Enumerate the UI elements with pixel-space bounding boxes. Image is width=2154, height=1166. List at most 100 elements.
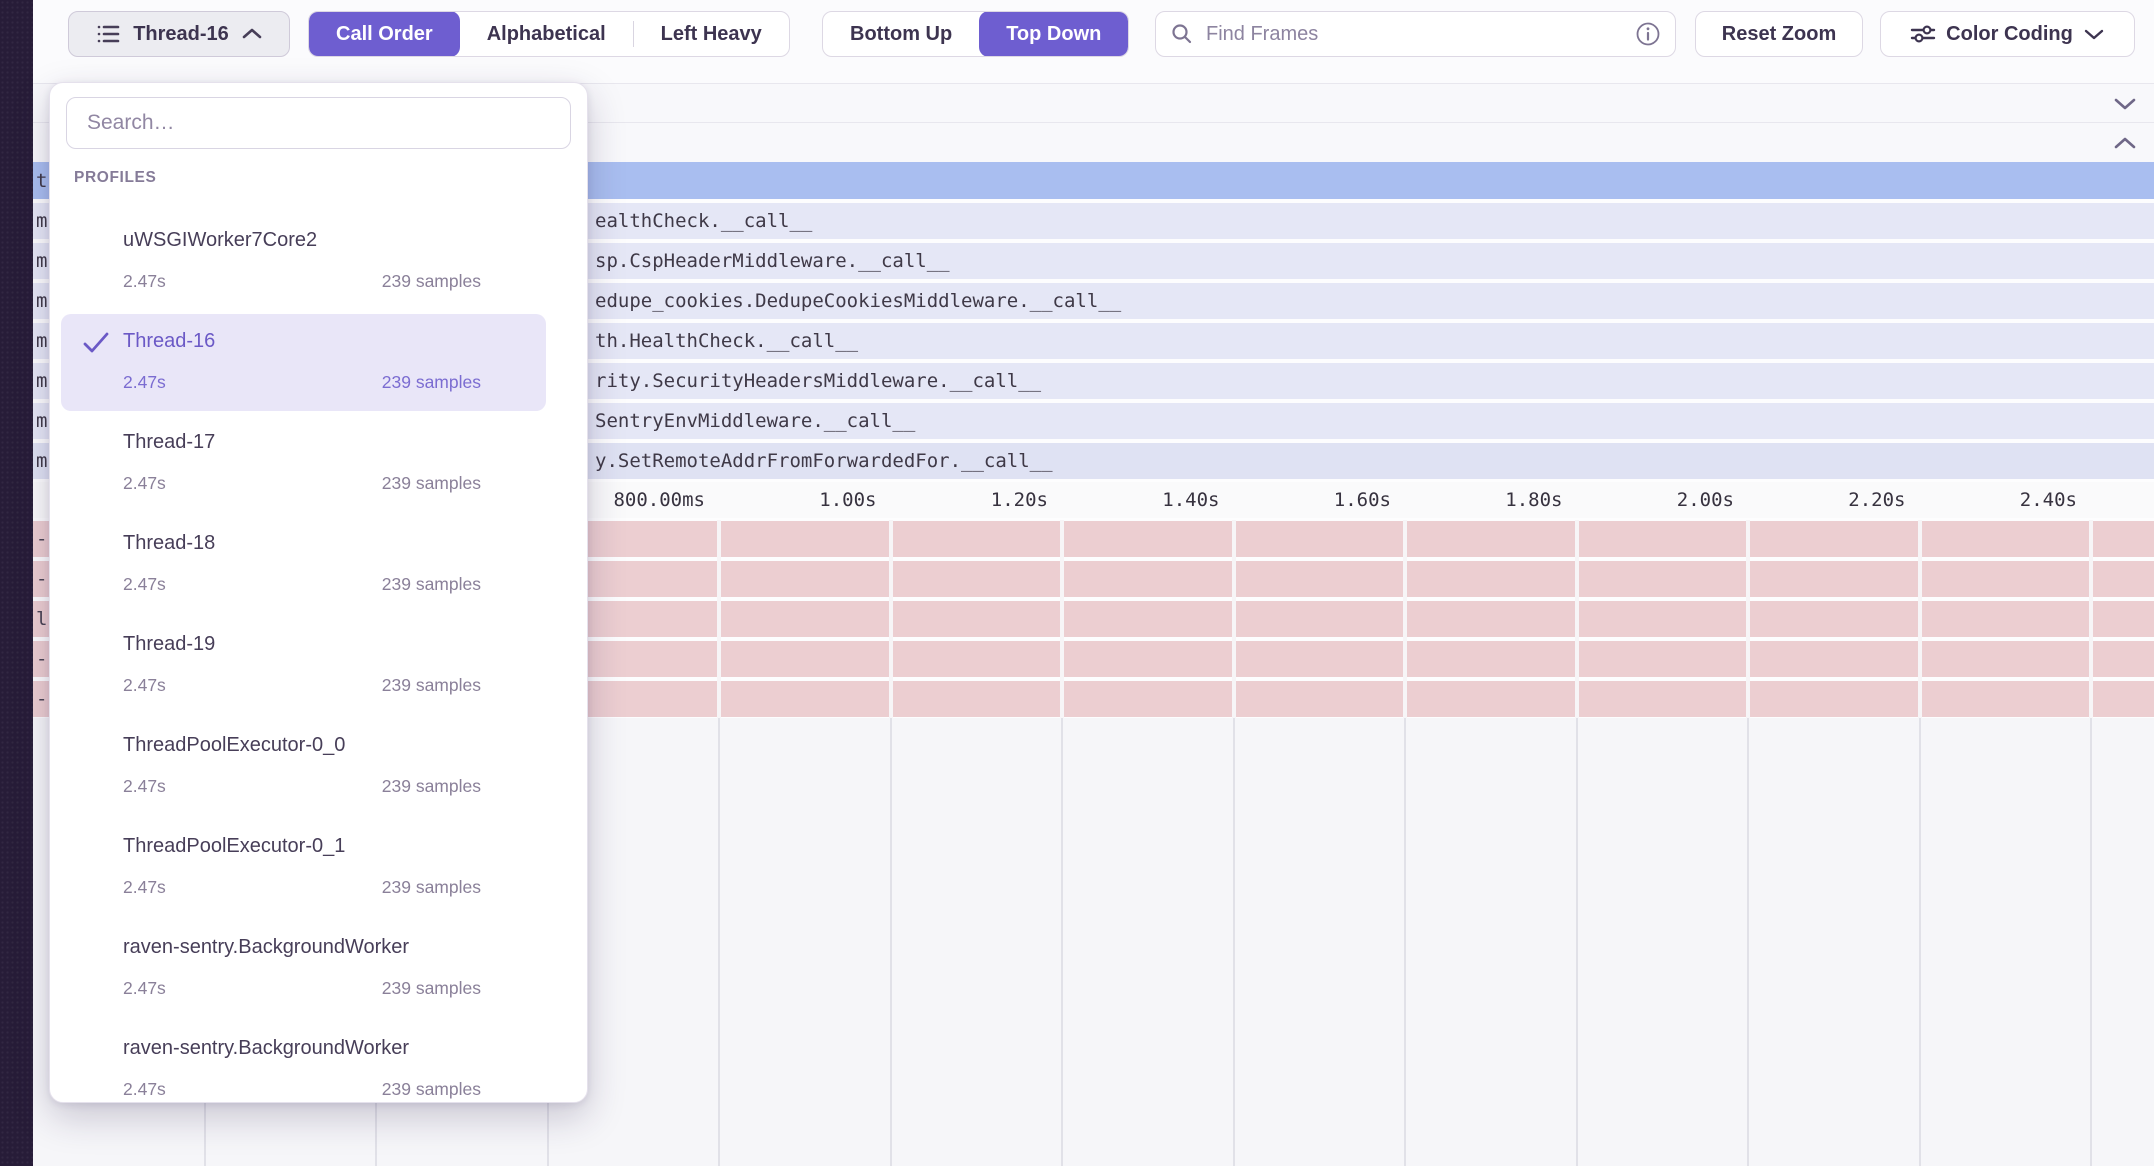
- thread-duration: 2.47s: [123, 271, 166, 292]
- time-axis-tick: 1.60s: [1334, 489, 1391, 511]
- frame-text-fragment: -: [36, 528, 47, 550]
- thread-samples: 239 samples: [382, 675, 481, 696]
- tab-bottom-up[interactable]: Bottom Up: [823, 11, 979, 57]
- thread-samples: 239 samples: [382, 372, 481, 393]
- time-axis-tick: 1.20s: [991, 489, 1048, 511]
- frame-text-fragment: m: [36, 410, 47, 432]
- gridline: [2089, 520, 2093, 718]
- tab-call-order[interactable]: Call Order: [309, 11, 460, 57]
- sliders-icon: [1910, 22, 1936, 46]
- gridline: [1404, 718, 1406, 1166]
- time-axis-tick: 2.00s: [1677, 489, 1734, 511]
- thread-samples: 239 samples: [382, 877, 481, 898]
- thread-dropdown-panel: uWSGIWorker7Core2 2.47s 239 samples Thre…: [49, 82, 588, 1103]
- thread-name: uWSGIWorker7Core2: [123, 229, 317, 252]
- thread-samples: 239 samples: [382, 776, 481, 797]
- thread-list-item[interactable]: ThreadPoolExecutor-0_0 2.47s 239 samples: [61, 718, 546, 815]
- thread-list-item[interactable]: raven-sentry.BackgroundWorker 2.47s 239 …: [61, 1021, 546, 1102]
- thread-name: ThreadPoolExecutor-0_0: [123, 734, 345, 757]
- thread-duration: 2.47s: [123, 776, 166, 797]
- tab-top-down[interactable]: Top Down: [979, 11, 1128, 57]
- thread-list-item[interactable]: ThreadPoolExecutor-0_1 2.47s 239 samples: [61, 819, 546, 916]
- thread-name: Thread-17: [123, 431, 215, 454]
- frame-text-fragment: m: [36, 210, 47, 232]
- dropdown-search-input[interactable]: [85, 110, 552, 136]
- thread-list-item[interactable]: uWSGIWorker7Core2 2.47s 239 samples: [61, 213, 546, 310]
- thread-name: raven-sentry.BackgroundWorker: [123, 936, 409, 959]
- tab-left-heavy[interactable]: Left Heavy: [634, 11, 789, 57]
- time-axis-tick: 1.40s: [1162, 489, 1219, 511]
- info-icon[interactable]: [1635, 21, 1661, 47]
- sort-order-tabs: Call Order Alphabetical Left Heavy: [308, 11, 790, 57]
- toolbar: Thread-16 Call Order Alphabetical Left H…: [33, 0, 2154, 83]
- color-coding-button[interactable]: Color Coding: [1880, 11, 2135, 57]
- frame-text-fragment: t: [36, 170, 47, 192]
- thread-duration: 2.47s: [123, 574, 166, 595]
- thread-list-item[interactable]: Thread-19 2.47s 239 samples: [61, 617, 546, 714]
- thread-name: Thread-19: [123, 633, 215, 656]
- thread-samples: 239 samples: [382, 1079, 481, 1100]
- frame-text-fragment: m: [36, 370, 47, 392]
- gridline: [1232, 520, 1236, 718]
- thread-name: Thread-16: [123, 330, 215, 353]
- gridline: [1233, 718, 1235, 1166]
- gridline: [1575, 520, 1579, 718]
- tab-alphabetical[interactable]: Alphabetical: [460, 11, 633, 57]
- frame-text: sp.CspHeaderMiddleware.__call__: [595, 250, 950, 272]
- list-icon: [95, 21, 121, 47]
- thread-name: ThreadPoolExecutor-0_1: [123, 835, 345, 858]
- collapse-chevron-down-icon[interactable]: [2110, 95, 2140, 113]
- dropdown-items: uWSGIWorker7Core2 2.47s 239 samples Thre…: [50, 83, 587, 1102]
- gridline: [1061, 718, 1063, 1166]
- dropdown-search: [66, 97, 571, 149]
- frame-text-fragment: m: [36, 450, 47, 472]
- thread-samples: 239 samples: [382, 978, 481, 999]
- gridline: [889, 520, 893, 718]
- direction-tabs: Bottom Up Top Down: [822, 11, 1129, 57]
- gridline: [1576, 718, 1578, 1166]
- gridline: [1403, 520, 1407, 718]
- thread-list-item[interactable]: Thread-18 2.47s 239 samples: [61, 516, 546, 613]
- time-axis-tick: 2.20s: [1848, 489, 1905, 511]
- find-frames-input[interactable]: [1204, 22, 1625, 47]
- frame-text: th.HealthCheck.__call__: [595, 330, 858, 352]
- collapse-chevron-up-icon[interactable]: [2110, 134, 2140, 152]
- frame-text: SentryEnvMiddleware.__call__: [595, 410, 915, 432]
- frame-text: y.SetRemoteAddrFromForwardedFor.__call__: [595, 450, 1053, 472]
- profiles-section-label: PROFILES: [74, 169, 156, 187]
- find-frames-search: [1155, 11, 1676, 57]
- thread-list-item[interactable]: Thread-16 2.47s 239 samples: [61, 314, 546, 411]
- frame-text: edupe_cookies.DedupeCookiesMiddleware.__…: [595, 290, 1121, 312]
- chevron-up-icon: [241, 27, 263, 41]
- color-coding-label: Color Coding: [1946, 23, 2073, 46]
- search-icon: [1170, 22, 1194, 46]
- gridline: [1746, 520, 1750, 718]
- frame-text: rity.SecurityHeadersMiddleware.__call__: [595, 370, 1041, 392]
- frame-text-fragment: -: [36, 568, 47, 590]
- frame-text-fragment: m: [36, 250, 47, 272]
- thread-duration: 2.47s: [123, 1079, 166, 1100]
- gridline: [1060, 520, 1064, 718]
- thread-samples: 239 samples: [382, 473, 481, 494]
- thread-selector-button[interactable]: Thread-16: [68, 11, 290, 57]
- frame-text-fragment: -: [36, 648, 47, 670]
- left-sidebar-strip: [0, 0, 33, 1166]
- frame-text-fragment: m: [36, 330, 47, 352]
- gridline: [890, 718, 892, 1166]
- thread-name: raven-sentry.BackgroundWorker: [123, 1037, 409, 1060]
- thread-list-item[interactable]: raven-sentry.BackgroundWorker 2.47s 239 …: [61, 920, 546, 1017]
- checkmark-icon: [81, 330, 111, 356]
- frame-text-fragment: l: [36, 608, 47, 630]
- thread-duration: 2.47s: [123, 473, 166, 494]
- thread-duration: 2.47s: [123, 372, 166, 393]
- time-axis-tick: 1.00s: [819, 489, 876, 511]
- thread-duration: 2.47s: [123, 978, 166, 999]
- thread-list-item[interactable]: Thread-17 2.47s 239 samples: [61, 415, 546, 512]
- reset-zoom-button[interactable]: Reset Zoom: [1695, 11, 1863, 57]
- gridline: [718, 718, 720, 1166]
- frame-text: ealthCheck.__call__: [595, 210, 812, 232]
- thread-name: Thread-18: [123, 532, 215, 555]
- profiler-screen: Thread-16 Call Order Alphabetical Left H…: [0, 0, 2154, 1166]
- thread-duration: 2.47s: [123, 675, 166, 696]
- thread-samples: 239 samples: [382, 574, 481, 595]
